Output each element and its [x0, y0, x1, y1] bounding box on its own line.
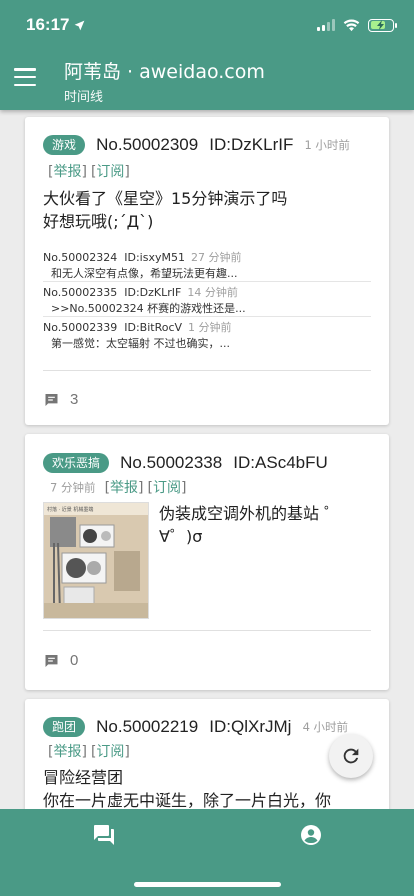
reply-text: 和无人深空有点像，希望玩法更有趣... [51, 267, 238, 280]
page-title: 阿苇岛 · aweidao.com [64, 61, 265, 83]
post-card[interactable]: 欢乐恶搞 No.50002338 ID:ASc4bFU 7 分钟前 [举报] [订… [25, 434, 389, 690]
post-time: 1 小时前 [304, 137, 350, 152]
post-number[interactable]: No.50002338 [120, 453, 222, 472]
reply-time: 1 分钟前 [188, 321, 232, 334]
cellular-signal-icon [317, 19, 335, 31]
post-tag[interactable]: 跑团 [43, 716, 86, 737]
reply-item[interactable]: No.50002339 ID:BitRocV 1 分钟前 第一感觉：太空辐射 不过… [43, 317, 371, 352]
reply-user-id: ID:BitRocV [124, 321, 183, 334]
subscribe-link[interactable]: 订阅 [96, 744, 124, 760]
report-link[interactable]: 举报 [53, 744, 81, 760]
post-content-line: 你在一片虚无中诞生，除了一片白光，你 [43, 791, 332, 809]
comment-icon [45, 654, 58, 667]
subscribe-link[interactable]: 订阅 [153, 480, 181, 496]
post-tag[interactable]: 欢乐恶搞 [43, 452, 110, 473]
menu-icon[interactable] [14, 68, 36, 86]
page-subtitle: 时间线 [64, 90, 104, 105]
app-bar: 16:17 阿苇岛 · aweidao.com 时间线 [0, 0, 414, 110]
status-bar: 16:17 [26, 14, 397, 36]
divider [43, 370, 371, 371]
post-content: 冒险经营团 你在一片虚无中诞生，除了一片白光，你 [43, 766, 373, 809]
reply-number: No.50002324 [43, 251, 118, 264]
post-content-line: 伪装成空调外机的基站 ゜ [159, 504, 341, 523]
report-link[interactable]: 举报 [110, 480, 138, 496]
refresh-button[interactable] [329, 734, 373, 778]
location-arrow-icon [75, 20, 85, 30]
post-user-id: ID:ASc4bFU [233, 452, 328, 472]
post-card[interactable]: 游戏 No.50002309 ID:DzKLrIF 1 小时前 [举报] [订阅]… [25, 117, 389, 425]
comment-icon [45, 393, 58, 406]
battery-icon [368, 18, 397, 32]
reply-item[interactable]: No.50002324 ID:isxyM51 27 分钟前 和无人深空有点像，希望… [43, 247, 371, 282]
report-link[interactable]: 举报 [53, 164, 81, 180]
refresh-icon [343, 748, 359, 764]
divider [43, 630, 371, 631]
reply-number: No.50002339 [43, 321, 118, 334]
forum-icon[interactable] [92, 823, 116, 851]
post-content-line: 大伙看了《星空》15分钟演示了吗 [43, 189, 288, 208]
reply-text: >>No.50002324 杯赛的游戏性还是... [51, 302, 246, 315]
comment-count-value: 3 [70, 391, 79, 408]
reply-text: 第一感觉：太空辐射 不过也确实，... [51, 337, 230, 350]
post-time: 7 分钟前 [50, 480, 96, 495]
post-time: 4 小时前 [302, 719, 349, 734]
reply-time: 14 分钟前 [187, 286, 238, 299]
post-content: 大伙看了《星空》15分钟演示了吗 好想玩哦(;´Д`) [43, 187, 287, 233]
post-content-line: 好想玩哦(;´Д`) [43, 212, 154, 231]
comment-count-value: 0 [70, 652, 79, 669]
status-time: 16:17 [26, 15, 86, 35]
comment-count[interactable]: 3 [43, 391, 78, 408]
post-content-line: ∀゜)σ [159, 527, 203, 546]
post-content-line: 冒险经营团 [43, 768, 124, 787]
reply-user-id: ID:DzKLrIF [124, 286, 182, 299]
bottom-navigation [0, 809, 414, 896]
reply-number: No.50002335 [43, 286, 118, 299]
comment-count[interactable]: 0 [43, 652, 78, 669]
wifi-icon [343, 19, 360, 31]
home-indicator[interactable] [134, 882, 281, 887]
reply-preview-list: No.50002324 ID:isxyM51 27 分钟前 和无人深空有点像，希望… [43, 247, 371, 352]
post-user-id: ID:QlXrJMj [209, 716, 292, 736]
reply-item[interactable]: No.50002335 ID:DzKLrIF 14 分钟前 >>No.500023… [43, 282, 371, 317]
subscribe-link[interactable]: 订阅 [96, 164, 124, 180]
account-circle-icon[interactable] [299, 823, 323, 851]
post-image[interactable]: 村落 · 近景 机械墨端 [43, 502, 149, 619]
post-user-id: ID:DzKLrIF [209, 134, 294, 154]
clock-text: 16:17 [26, 15, 70, 34]
post-number[interactable]: No.50002309 [96, 135, 198, 154]
post-number[interactable]: No.50002219 [96, 717, 198, 736]
reply-user-id: ID:isxyM51 [124, 251, 185, 264]
post-tag[interactable]: 游戏 [43, 134, 86, 155]
timeline-feed[interactable]: 游戏 No.50002309 ID:DzKLrIF 1 小时前 [举报] [订阅]… [0, 110, 414, 809]
post-content: 伪装成空调外机的基站 ゜ ∀゜)σ [159, 502, 369, 548]
reply-time: 27 分钟前 [190, 251, 242, 264]
